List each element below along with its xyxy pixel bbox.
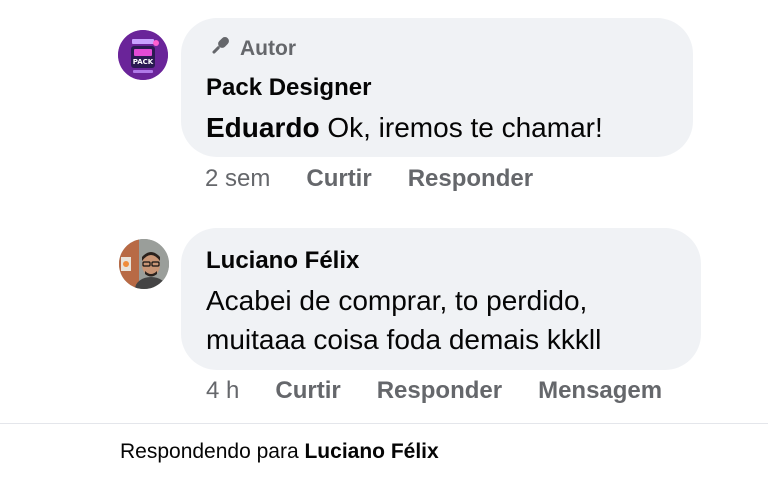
like-button[interactable]: Curtir bbox=[306, 165, 371, 193]
svg-text:PACK: PACK bbox=[133, 58, 154, 66]
comment-line: muitaaa coisa foda demais kkkll bbox=[206, 324, 602, 355]
badge-label: Autor bbox=[240, 37, 296, 60]
author-badge: Autor bbox=[207, 34, 296, 64]
comment-line: Acabei de comprar, to perdido, bbox=[206, 285, 588, 316]
comment-text: Acabei de comprar, to perdido, muitaaa c… bbox=[206, 281, 601, 359]
comment-bubble: Luciano Félix Acabei de comprar, to perd… bbox=[181, 228, 701, 370]
like-button[interactable]: Curtir bbox=[275, 377, 340, 405]
replying-prefix: Respondendo para bbox=[120, 440, 305, 463]
reply-button[interactable]: Responder bbox=[408, 165, 533, 193]
pack-designer-logo: PACK bbox=[118, 30, 168, 80]
timestamp[interactable]: 2 sem bbox=[205, 165, 270, 193]
author-name[interactable]: Pack Designer bbox=[206, 74, 371, 102]
comment-thread: PACK Autor Pack Designer Eduardo Ok, ire… bbox=[0, 0, 768, 483]
comment-body: Ok, iremos te chamar! bbox=[319, 112, 603, 143]
divider bbox=[0, 423, 768, 424]
message-button[interactable]: Mensagem bbox=[538, 377, 662, 405]
avatar[interactable]: PACK bbox=[118, 30, 168, 80]
replying-to-name[interactable]: Luciano Félix bbox=[304, 440, 438, 463]
author-name[interactable]: Luciano Félix bbox=[206, 247, 359, 275]
replying-to-bar: Respondendo para Luciano Félix bbox=[120, 440, 439, 464]
timestamp[interactable]: 4 h bbox=[206, 377, 239, 405]
comment-actions: 2 sem Curtir Responder bbox=[205, 165, 533, 193]
reply-button[interactable]: Responder bbox=[377, 377, 502, 405]
mention-link[interactable]: Eduardo bbox=[206, 112, 320, 143]
microphone-icon bbox=[207, 33, 233, 65]
comment-actions: 4 h Curtir Responder Mensagem bbox=[206, 377, 662, 405]
luciano-felix-photo bbox=[119, 239, 169, 289]
comment-bubble: Autor Pack Designer Eduardo Ok, iremos t… bbox=[181, 18, 693, 157]
comment-text: Eduardo Ok, iremos te chamar! bbox=[206, 108, 603, 147]
avatar[interactable] bbox=[119, 239, 169, 289]
